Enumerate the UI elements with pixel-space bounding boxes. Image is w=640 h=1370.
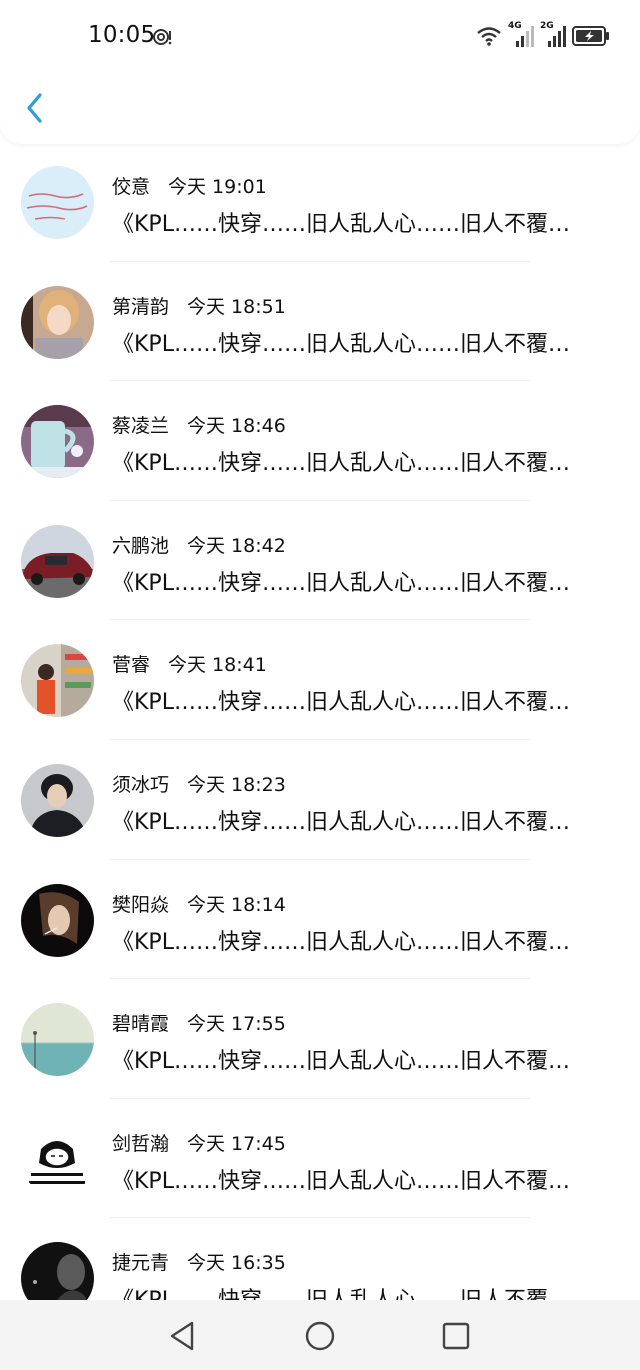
avatar xyxy=(21,524,94,598)
name-line: 须冰巧 今天 18:23 xyxy=(112,770,286,797)
message-preview: 《KPL……快穿……旧人乱人心……旧人不覆… xyxy=(112,1049,570,1075)
avatar xyxy=(21,883,94,957)
sender-name: 菅睿 xyxy=(112,654,151,677)
top-header xyxy=(0,76,640,144)
name-line: 樊阳焱 今天 18:14 xyxy=(112,890,286,917)
message-list-item[interactable]: 樊阳焱 今天 18:14 《KPL……快穿……旧人乱人心……旧人不覆… xyxy=(0,860,640,980)
sender-name: 捷元青 xyxy=(112,1252,170,1275)
message-time: 今天 18:46 xyxy=(187,415,286,438)
chevron-left-icon[interactable] xyxy=(20,90,52,126)
avatar xyxy=(21,1003,94,1077)
triangle-back-icon[interactable] xyxy=(164,1318,200,1354)
sender-name: 佼意 xyxy=(112,176,151,198)
message-time: 今天 17:55 xyxy=(187,1013,286,1036)
sender-name: 六鹏池 xyxy=(112,534,170,557)
message-list-item[interactable]: 六鹏池 今天 18:42 《KPL……快穿……旧人乱人心……旧人不覆… xyxy=(0,501,640,621)
status-time: 10:05 xyxy=(88,22,156,48)
name-line: 碧晴霞 今天 17:55 xyxy=(112,1009,286,1036)
message-time: 今天 16:35 xyxy=(187,1252,286,1275)
avatar xyxy=(21,644,94,718)
message-time: 今天 18:41 xyxy=(168,654,267,677)
avatar xyxy=(21,285,94,359)
message-time: 今天 19:01 xyxy=(168,176,267,198)
message-list: 佼意 今天 19:01 《KPL……快穿……旧人乱人心……旧人不覆… 第清韵 今天 … xyxy=(0,142,640,1338)
message-preview: 《KPL……快穿……旧人乱人心……旧人不覆… xyxy=(112,1168,570,1194)
message-preview: 《KPL……快穿……旧人乱人心……旧人不覆… xyxy=(112,929,570,955)
battery-charging-icon xyxy=(572,26,609,46)
message-time: 今天 17:45 xyxy=(187,1132,286,1155)
avatar xyxy=(21,405,94,479)
message-preview: 《KPL……快穿……旧人乱人心……旧人不覆… xyxy=(112,212,570,237)
name-line: 六鹏池 今天 18:42 xyxy=(112,531,286,558)
name-line: 捷元青 今天 16:35 xyxy=(112,1248,286,1275)
avatar xyxy=(21,763,94,837)
name-line: 剑哲瀚 今天 17:45 xyxy=(112,1129,286,1156)
message-time: 今天 18:51 xyxy=(187,295,286,318)
signal-icon-1: 4G xyxy=(508,21,534,49)
message-list-item[interactable]: 剑哲瀚 今天 17:45 《KPL……快穿……旧人乱人心……旧人不覆… xyxy=(0,1099,640,1219)
sender-name: 樊阳焱 xyxy=(112,893,170,916)
message-list-item[interactable]: 佼意 今天 19:01 《KPL……快穿……旧人乱人心……旧人不覆… xyxy=(0,142,640,262)
message-list-item[interactable]: 碧晴霞 今天 17:55 《KPL……快穿……旧人乱人心……旧人不覆… xyxy=(0,979,640,1099)
sender-name: 须冰巧 xyxy=(112,773,170,796)
name-line: 蔡凌兰 今天 18:46 xyxy=(112,411,286,438)
message-list-item[interactable]: 蔡凌兰 今天 18:46 《KPL……快穿……旧人乱人心……旧人不覆… xyxy=(0,381,640,501)
signal-icon-2: 2G xyxy=(540,21,566,49)
message-preview: 《KPL……快穿……旧人乱人心……旧人不覆… xyxy=(112,690,570,716)
square-recents-icon[interactable] xyxy=(438,1318,474,1354)
name-line: 佼意 今天 19:01 xyxy=(112,172,267,199)
message-preview: 《KPL……快穿……旧人乱人心……旧人不覆… xyxy=(112,570,570,596)
message-preview: 《KPL……快穿……旧人乱人心……旧人不覆… xyxy=(112,809,570,835)
message-preview: 《KPL……快穿……旧人乱人心……旧人不覆… xyxy=(112,331,570,357)
sender-name: 蔡凌兰 xyxy=(112,415,170,438)
navigation-bar xyxy=(0,1300,640,1370)
avatar xyxy=(21,1122,94,1196)
name-line: 第清韵 今天 18:51 xyxy=(112,292,286,319)
avatar xyxy=(21,166,94,239)
status-bar: 10:05 4G 2G xyxy=(0,0,640,76)
wifi-icon xyxy=(477,27,501,46)
sender-name: 第清韵 xyxy=(112,295,170,318)
message-list-item[interactable]: 须冰巧 今天 18:23 《KPL……快穿……旧人乱人心……旧人不覆… xyxy=(0,740,640,860)
name-line: 菅睿 今天 18:41 xyxy=(112,650,267,677)
message-preview: 《KPL……快穿……旧人乱人心……旧人不覆… xyxy=(112,451,570,477)
message-time: 今天 18:23 xyxy=(187,773,286,796)
sender-name: 碧晴霞 xyxy=(112,1013,170,1036)
message-time: 今天 18:14 xyxy=(187,893,286,916)
message-list-item[interactable]: 第清韵 今天 18:51 《KPL……快穿……旧人乱人心……旧人不覆… xyxy=(0,262,640,382)
circle-home-icon[interactable] xyxy=(302,1318,338,1354)
sender-name: 剑哲瀚 xyxy=(112,1132,170,1155)
message-list-item[interactable]: 菅睿 今天 18:41 《KPL……快穿……旧人乱人心……旧人不覆… xyxy=(0,620,640,740)
message-time: 今天 18:42 xyxy=(187,534,286,557)
ring-icon xyxy=(153,29,172,45)
